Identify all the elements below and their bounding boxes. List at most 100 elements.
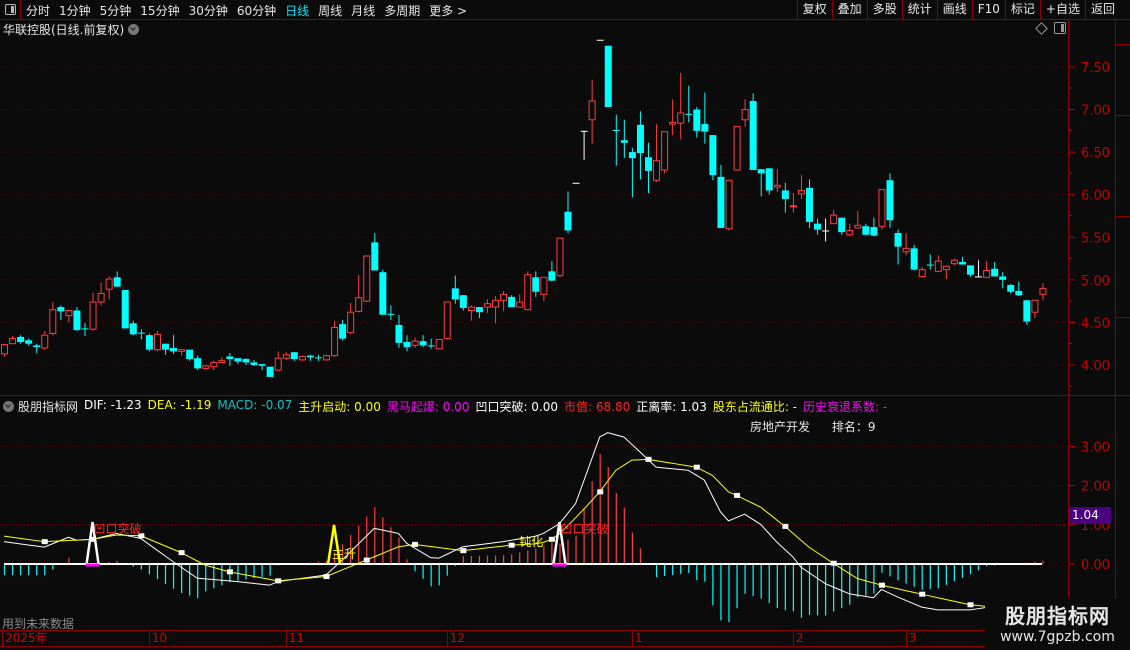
candle-body: [234, 358, 242, 362]
candle: [709, 135, 717, 181]
period-tab[interactable]: 更多 >: [429, 2, 467, 19]
candle: [733, 126, 741, 171]
candle: [105, 276, 113, 300]
period-tab[interactable]: 分时: [26, 2, 50, 19]
candle-body: [105, 278, 113, 290]
side-tab[interactable]: [1116, 217, 1130, 318]
date-tick: [148, 631, 150, 646]
candle: [532, 271, 540, 297]
candle-body: [645, 157, 652, 171]
candle-body: [1023, 300, 1031, 322]
period-tab[interactable]: 多周期: [384, 2, 420, 19]
chart-canvas[interactable]: 7.50 7.00 6.50 6.00 5.50 5.00 4.50 4.00 3.00 2.00…: [0, 0, 1130, 650]
panel-toggle-icon[interactable]: [0, 0, 21, 19]
candle-body: [604, 45, 612, 108]
candle: [355, 274, 363, 313]
macd-axis-label: 0.00: [1081, 558, 1110, 573]
candle: [701, 92, 709, 144]
candle-body: [258, 364, 266, 366]
candle: [661, 131, 669, 174]
period-tab[interactable]: 周线: [318, 2, 342, 19]
candle-body: [41, 334, 49, 349]
indicator-name: 股朋指标网: [18, 400, 79, 414]
period-tab[interactable]: 1分钟: [59, 2, 91, 19]
candle-body: [999, 276, 1007, 280]
candle: [371, 233, 379, 271]
period-tab[interactable]: 15分钟: [140, 2, 179, 19]
period-tab[interactable]: 月线: [351, 2, 375, 19]
candle-body: [339, 324, 347, 339]
price-axis-label: 4.00: [1081, 359, 1110, 374]
chevron-down-icon[interactable]: [128, 23, 140, 35]
toolbar-button[interactable]: 画线: [936, 0, 972, 19]
date-label: 2: [795, 631, 804, 645]
candle: [298, 355, 306, 361]
candle-body: [894, 233, 902, 247]
dea-marker: [178, 550, 185, 556]
candle-body: [862, 226, 870, 235]
candle-body: [789, 205, 797, 208]
period-tab[interactable]: 5分钟: [100, 2, 132, 19]
candle: [162, 343, 169, 355]
price-axis-label: 6.00: [1081, 189, 1110, 204]
candle-body: [113, 277, 121, 287]
candle: [129, 320, 137, 336]
candle: [645, 142, 652, 194]
candle-body: [33, 345, 41, 348]
toolbar-button[interactable]: 统计: [901, 0, 937, 19]
toolbar-buttons: 复权 叠加 多股 统计 画线 F10 标记 +自选 返回: [796, 0, 1120, 19]
date-label: 1: [634, 631, 643, 645]
period-tab[interactable]: 30分钟: [189, 2, 228, 19]
candle-body: [725, 179, 733, 230]
candle-body: [693, 109, 701, 131]
candle: [749, 93, 757, 171]
candle-body: [846, 229, 854, 236]
candle: [17, 335, 25, 344]
candle: [411, 337, 419, 348]
candle-body: [226, 356, 234, 360]
toolbar-button[interactable]: +自选: [1039, 0, 1085, 19]
side-tab[interactable]: [1116, 318, 1130, 396]
side-tab[interactable]: [1116, 116, 1130, 217]
candle: [379, 269, 387, 315]
candle-body: [387, 313, 395, 315]
toolbar-button[interactable]: 多股: [866, 0, 902, 19]
candle-body: [250, 362, 258, 365]
dea-marker: [363, 557, 370, 563]
price-axis-label: 7.50: [1081, 61, 1110, 76]
toolbar-button[interactable]: 标记: [1004, 0, 1040, 19]
candle-body: [500, 293, 508, 301]
candle-body: [145, 335, 153, 350]
price-axis-label: 6.50: [1081, 146, 1110, 161]
candle: [556, 237, 564, 278]
period-tabs: 分时 1分钟 5分钟 15分钟 30分钟 60分钟 日线 周线 月线 多周期 更多 >: [26, 2, 476, 19]
toolbar-button[interactable]: F10: [971, 0, 1005, 19]
candle-body: [524, 274, 532, 311]
candle: [854, 210, 862, 229]
candle-body: [492, 299, 500, 308]
toolbar-button[interactable]: 复权: [796, 0, 832, 19]
candle-body: [797, 189, 805, 195]
candle-body: [612, 130, 620, 132]
side-tab[interactable]: [1116, 45, 1130, 116]
date-tick: [792, 631, 794, 646]
candle-body: [65, 310, 73, 317]
date-label: 3: [908, 631, 917, 645]
date-tick: [631, 631, 633, 646]
macd-axis-label: 3.00: [1081, 440, 1110, 455]
period-tab[interactable]: 60分钟: [237, 2, 276, 19]
candle: [580, 130, 588, 160]
toolbar-button[interactable]: 叠加: [831, 0, 867, 19]
candle: [81, 323, 89, 337]
current-value-badge: 1.04: [1069, 507, 1111, 524]
panel-layout-icon[interactable]: [1054, 22, 1066, 34]
candle-body: [323, 355, 330, 361]
toolbar-button[interactable]: 返回: [1084, 0, 1120, 19]
candle: [950, 258, 958, 266]
breakout-label: 凹口突破: [560, 521, 608, 536]
period-tab[interactable]: 日线: [285, 2, 309, 19]
side-tab[interactable]: [1116, 20, 1130, 45]
candle: [57, 305, 65, 320]
candle-body: [153, 333, 161, 351]
chevron-down-icon[interactable]: [3, 401, 14, 412]
